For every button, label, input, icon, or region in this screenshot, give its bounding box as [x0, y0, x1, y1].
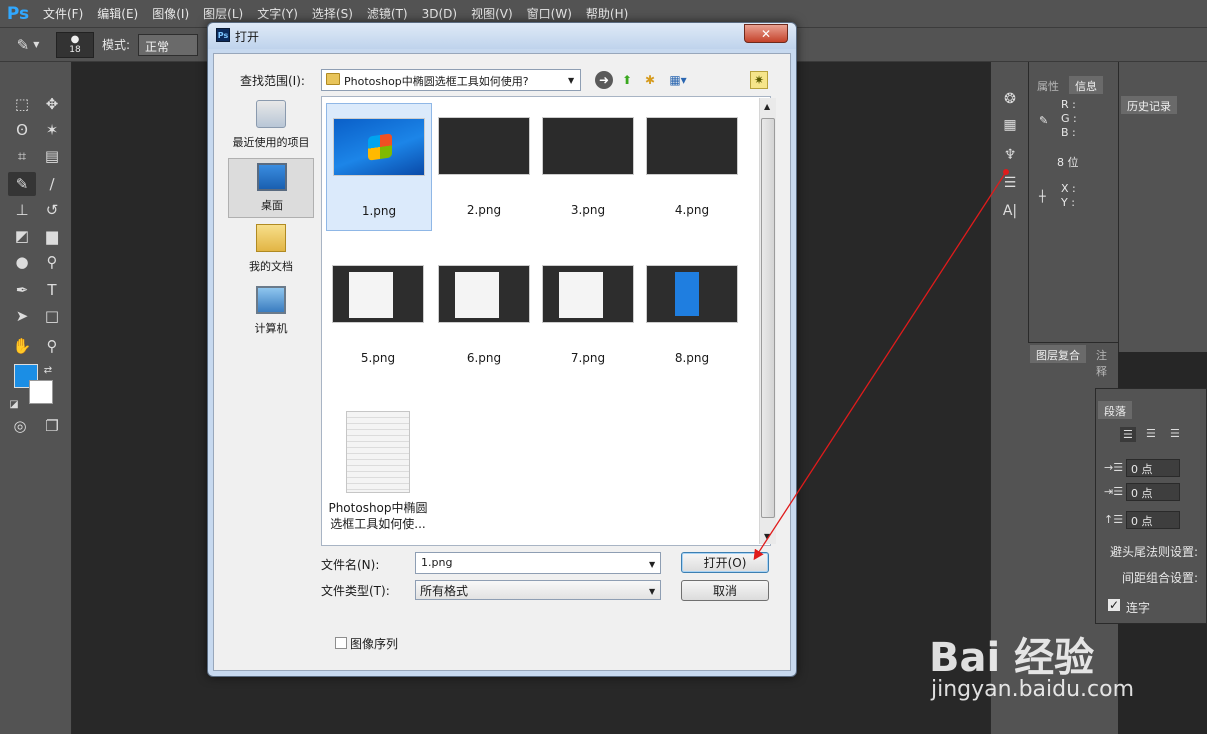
- watermark-url: jingyan.baidu.com: [931, 677, 1135, 702]
- baidu-watermark: Bai 经验 jingyan.baidu.com: [925, 605, 1175, 715]
- watermark-brand: Bai 经验: [929, 635, 1095, 681]
